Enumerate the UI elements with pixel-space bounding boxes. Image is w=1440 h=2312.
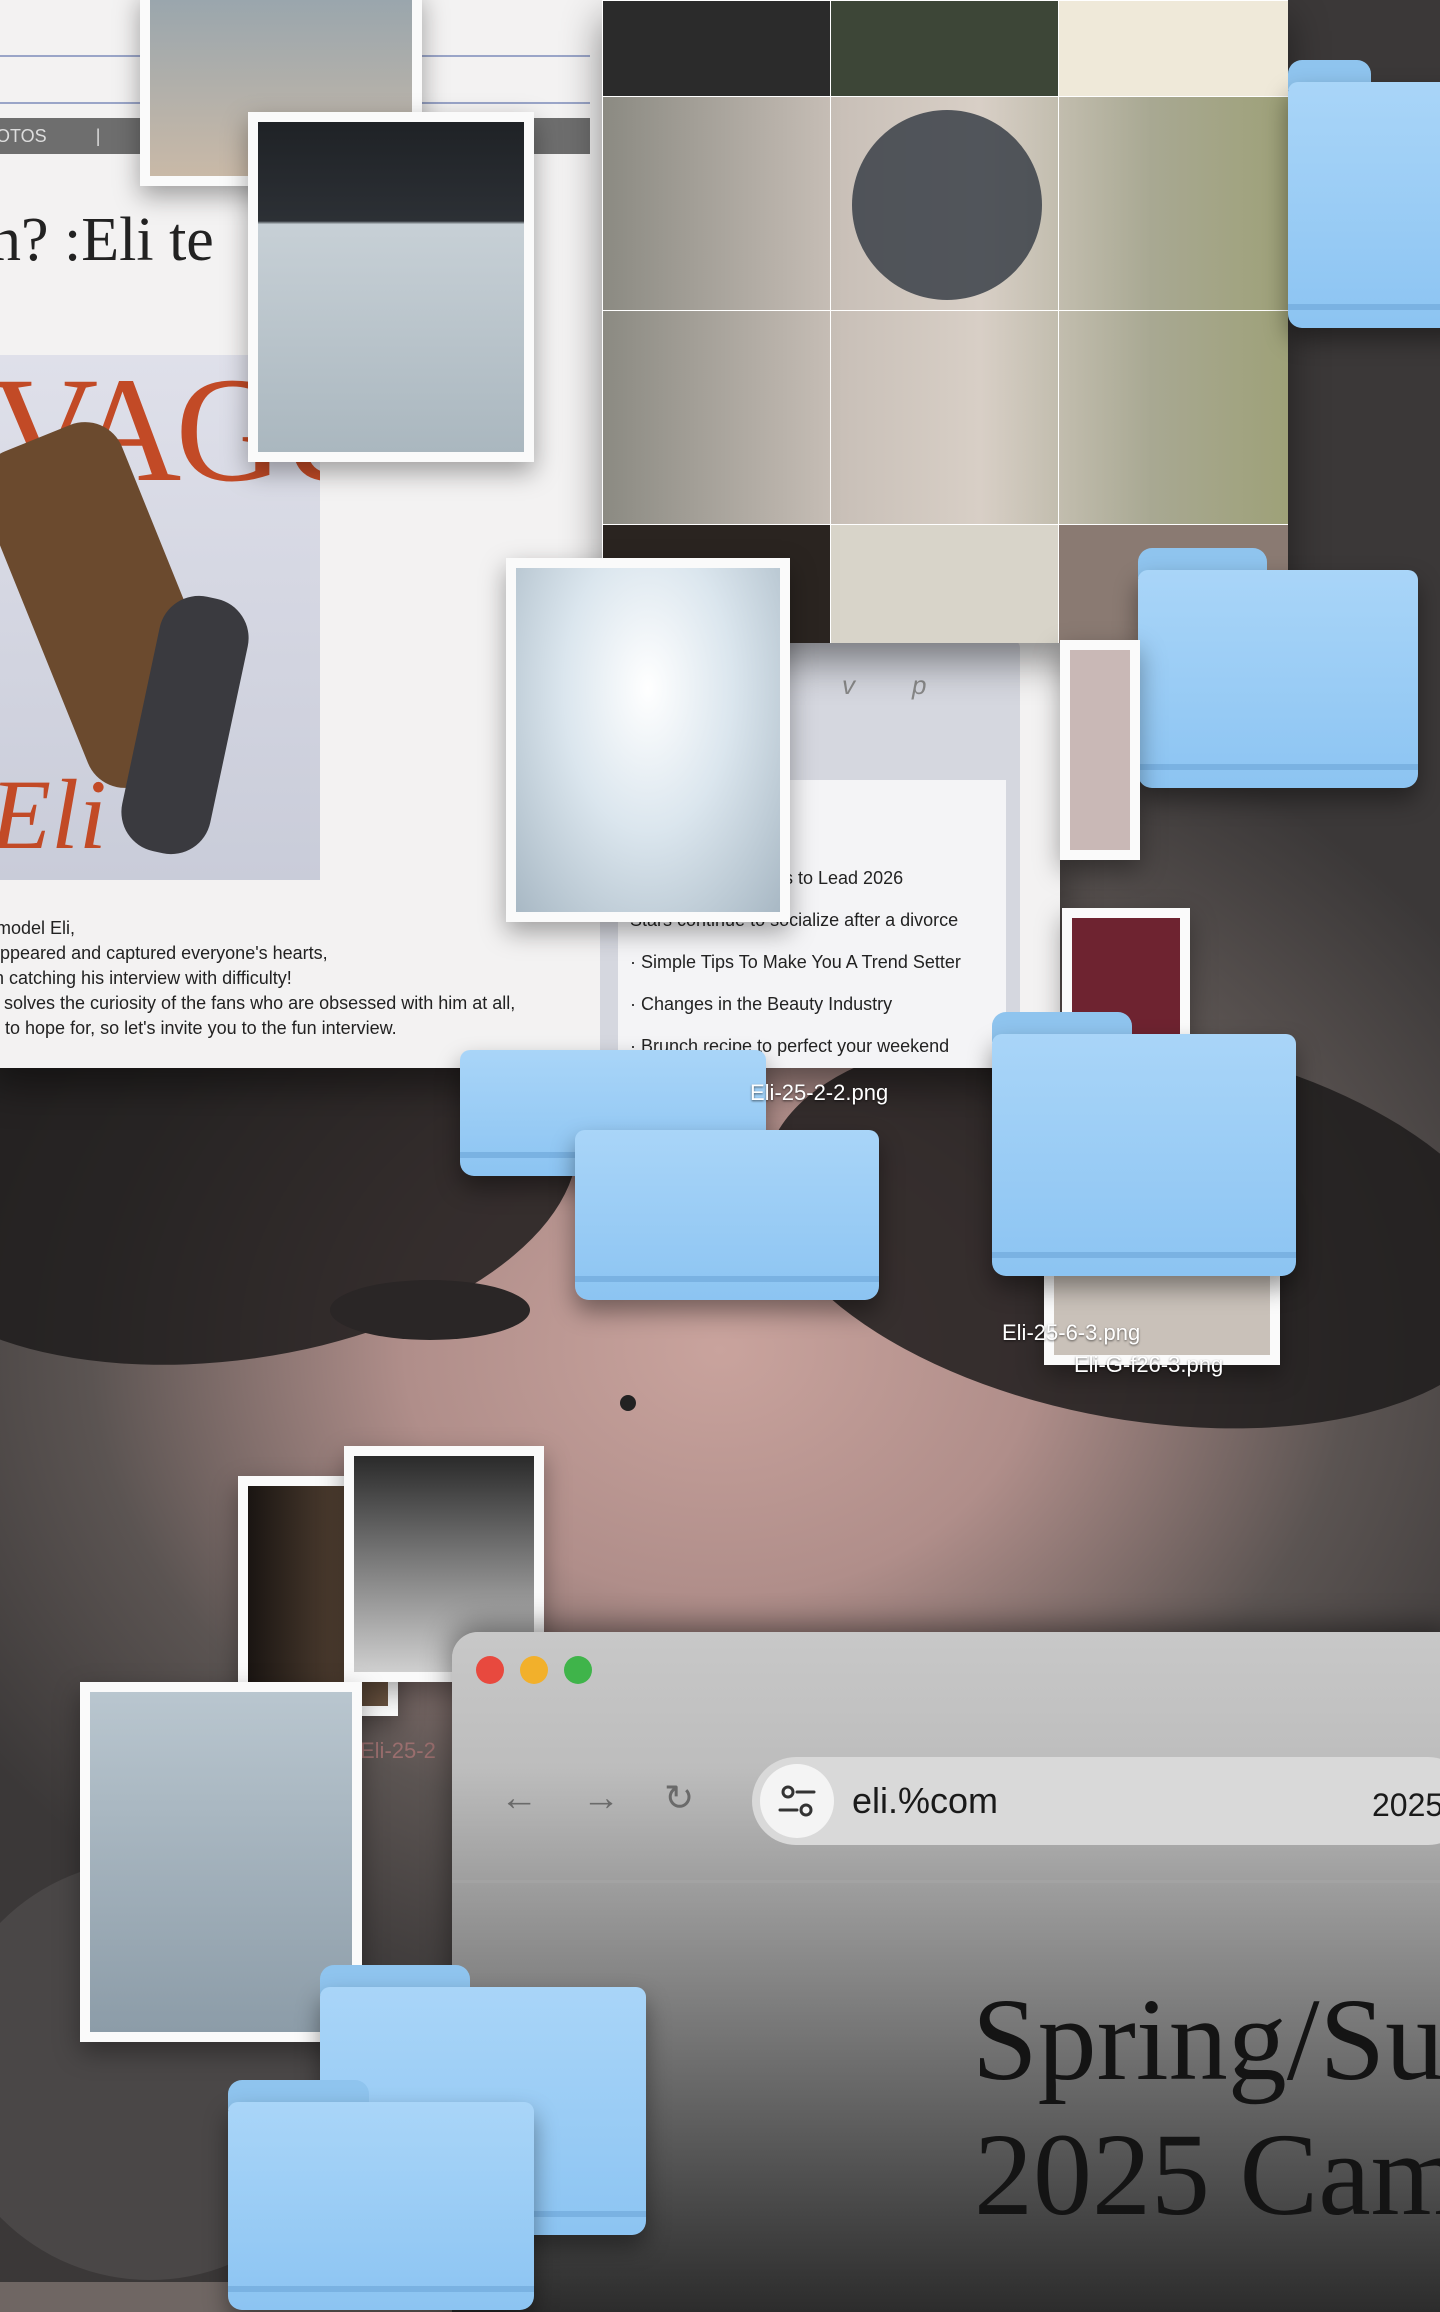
folder-stripe <box>1288 304 1440 310</box>
sidebar-list-item[interactable]: · Changes in the Beauty Industry <box>630 994 892 1015</box>
grid-tile[interactable] <box>830 524 1060 643</box>
photo-print[interactable] <box>248 112 534 462</box>
sidebar-list-item[interactable]: · Simple Tips To Make You A Trend Setter <box>630 952 961 973</box>
nav-link-photos[interactable]: OTOS <box>0 126 47 146</box>
folder-body <box>575 1130 879 1300</box>
photo-print[interactable] <box>1060 640 1140 860</box>
folder-stripe <box>1138 764 1418 770</box>
photo-image <box>90 1692 352 2032</box>
folder-stripe <box>575 1276 879 1282</box>
folder-label[interactable]: Eli-G-f26-3.png <box>1074 1352 1223 1378</box>
photo-image <box>1070 650 1130 850</box>
article-headline: n? :Eli te <box>0 206 214 274</box>
photo-print[interactable] <box>506 558 790 922</box>
folder-label[interactable]: Eli-25-2 <box>360 1738 436 1764</box>
folder-stripe <box>228 2286 534 2292</box>
mole-mark <box>620 1395 636 1411</box>
folder-icon[interactable] <box>1288 60 1440 328</box>
folder-stripe <box>992 1252 1296 1258</box>
photo-image <box>516 568 780 912</box>
photo-image <box>258 122 524 452</box>
folder-label[interactable]: Eli-25-6-3.png <box>1002 1320 1140 1346</box>
article-body-line: rmodel Eli, <box>0 918 76 938</box>
vimeo-icon[interactable]: v <box>842 670 855 701</box>
grid-tile[interactable] <box>1058 0 1288 98</box>
folder-icon[interactable] <box>575 1130 879 1300</box>
close-button[interactable] <box>476 1656 504 1684</box>
campaign-title-line1: Spring/Su <box>972 1974 1440 2105</box>
folder-body <box>992 1034 1296 1276</box>
grid-line <box>602 310 1288 311</box>
sidebar-list-item[interactable]: is to Lead 2026 <box>780 868 903 889</box>
grid-tile[interactable] <box>830 0 1060 98</box>
toolbar-divider <box>452 1880 1440 1883</box>
grid-hair-shape <box>852 110 1042 300</box>
campaign-title-line2: 2025 Cam <box>974 2109 1440 2240</box>
article-body-line: in catching his interview with difficult… <box>0 968 292 988</box>
url-text[interactable]: eli.%com <box>852 1780 998 1822</box>
pinterest-icon[interactable]: p <box>912 670 926 701</box>
folder-body <box>228 2102 534 2310</box>
reload-icon[interactable]: ↻ <box>664 1777 694 1819</box>
folder-label[interactable]: Eli-25-2-2.png <box>750 1080 888 1106</box>
grid-tile[interactable] <box>602 0 832 98</box>
back-arrow-icon[interactable]: ← <box>500 1777 538 1820</box>
nav-divider: | <box>95 126 101 146</box>
article-body-line: g to hope for, so let's invite you to th… <box>0 1018 397 1038</box>
url-date-text: 2025 <box>1372 1787 1440 1823</box>
eye-shape <box>330 1280 530 1340</box>
folder-icon[interactable] <box>228 2080 534 2310</box>
folder-body <box>1288 82 1440 328</box>
photo-grid-window <box>602 0 1288 643</box>
minimize-button[interactable] <box>520 1656 548 1684</box>
forward-arrow-icon[interactable]: → <box>582 1777 620 1820</box>
folder-icon[interactable] <box>992 1012 1296 1276</box>
article-body-line: appeared and captured everyone's hearts, <box>0 943 328 963</box>
folder-body <box>1138 570 1418 788</box>
article-body-line: y solves the curiosity of the fans who a… <box>0 993 516 1013</box>
site-settings-icon[interactable] <box>760 1764 834 1838</box>
maximize-button[interactable] <box>564 1656 592 1684</box>
folder-icon[interactable] <box>1138 548 1418 788</box>
cover-name: Eli <box>0 759 107 870</box>
